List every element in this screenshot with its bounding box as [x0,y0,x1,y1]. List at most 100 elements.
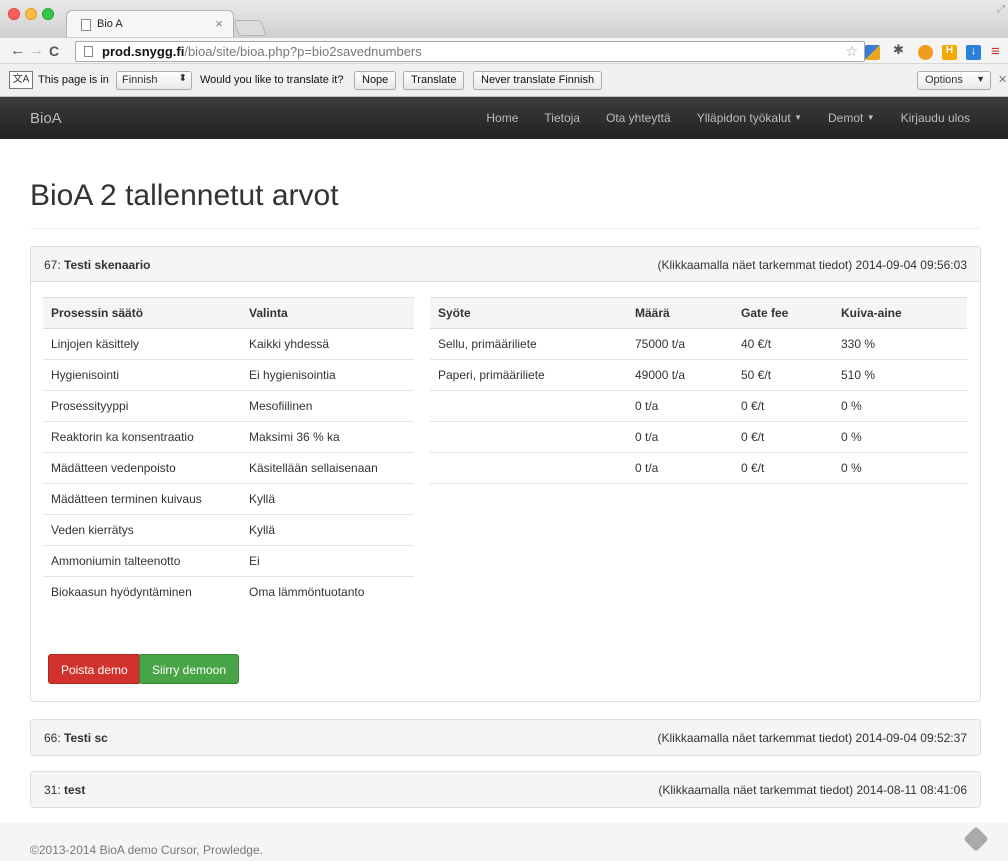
panel-heading[interactable]: 66: Testi sc (Klikkaamalla näet tarkemma… [31,720,980,755]
chevron-down-icon: ▼ [976,74,985,84]
delete-demo-button[interactable]: Poista demo [48,654,141,684]
panel-name: test [64,783,86,797]
translate-question: Would you like to translate it? [200,74,344,86]
table-header-row: Prosessin säätö Valinta [43,297,414,329]
setting-name-cell: Mädätteen terminen kuivaus [43,483,241,515]
nav-demot[interactable]: Demot ▼ [828,111,875,125]
tab-title: Bio A [97,18,123,30]
reload-icon[interactable]: C [49,43,59,59]
panel-title: 66: Testi sc [44,731,108,745]
setting-value-cell: Oma lämmöntuotanto [249,585,365,600]
footer: ©2013-2014 BioA demo Cursor, Prowledge. [0,823,1008,861]
translate-button[interactable]: Translate [403,71,465,90]
fullscreen-icon[interactable]: ⤢ [997,4,1005,15]
zoom-window-button[interactable] [42,8,54,20]
divider [30,228,981,229]
setting-name-cell: Prosessityyppi [43,390,241,422]
browser-chrome: Bio A × ⤢ ← → C prod.snygg.fi/bioa/site/… [0,0,1008,97]
table-row: Mädätteen vedenpoisto Käsitellään sellais… [43,452,414,484]
caret-down-icon: ▼ [794,113,803,122]
title-bar: Bio A × ⤢ [0,0,1008,38]
extension-icon[interactable]: H [942,45,957,60]
setting-value-cell: Kaikki yhdessä [241,328,414,360]
close-icon[interactable]: ✕ [998,73,1007,86]
setting-name-cell: Hygienisointi [43,359,241,391]
panel-title: 31: test [44,783,85,797]
translate-bar: 文A This page is in Finnish ⬍ Would you li… [0,64,1008,97]
setting-value-cell: Ei [241,545,414,577]
page-icon [84,46,93,57]
page-title: BioA 2 tallennetut arvot [30,179,339,212]
panel-heading[interactable]: 31: test (Klikkaamalla näet tarkemmat ti… [31,772,980,807]
gate-fee-cell: 0 €/t [733,452,833,484]
setting-value-cell: Maksimi 36 % ka [241,421,414,453]
setting-value-cell: Mesofiilinen [241,390,414,422]
select-arrows-icon: ⬍ [178,73,187,84]
bug-extension-icon[interactable]: ✱ [893,42,908,57]
language-value: Finnish [122,74,158,86]
column-header: Syöte [430,297,627,329]
new-tab-button[interactable] [233,20,267,36]
table-row: Paperi, primääriliete 49000 t/a 50 €/t 510 … [430,359,967,391]
browser-tab[interactable]: Bio A × [66,10,234,37]
panel-id: 66: [44,731,65,745]
nav-ota-yhteytta[interactable]: Ota yhteyttä [606,111,671,125]
input-name-cell [430,390,627,422]
brand-link[interactable]: BioA [30,110,62,127]
table-row: Prosessityyppi Mesofiilinen [43,390,414,422]
setting-value-cell: Käsitellään sellaisenaan [241,452,414,484]
table-row: 0 t/a 0 €/t 0 % [430,390,967,422]
dry-matter-cell: 0 % [833,390,967,422]
setting-value-cell: Kyllä [241,483,414,515]
caret-down-icon: ▼ [866,113,875,122]
minimize-window-button[interactable] [25,8,37,20]
address-bar[interactable]: prod.snygg.fi/bioa/site/bioa.php?p=bio2s… [75,41,865,62]
table-row: 0 t/a 0 €/t 0 % [430,421,967,453]
menu-icon[interactable]: ≡ [991,43,1000,60]
forward-icon[interactable]: → [29,42,44,59]
bookmark-star-icon[interactable]: ☆ [845,43,858,60]
footer-text: ©2013-2014 BioA demo Cursor, Prowledge. [30,843,263,857]
input-name-cell: Sellu, primääriliete [430,328,627,360]
tab-close-icon[interactable]: × [215,16,223,31]
nav-yllapidon-tyokalut[interactable]: Ylläpidon työkalut ▼ [697,111,802,125]
panel-info: (Klikkaamalla näet tarkemmat tiedot) 201… [657,731,967,745]
nope-button[interactable]: Nope [354,71,397,90]
nav-tietoja[interactable]: Tietoja [544,111,580,125]
column-header: Kuiva-aine [833,297,967,329]
never-translate-button[interactable]: Never translate Finnish [473,71,603,90]
goto-demo-button[interactable]: Siirry demoon [139,654,240,684]
nav-kirjaudu-ulos[interactable]: Kirjaudu ulos [901,111,970,125]
table-row: Biokaasun hyödyntäminen Oma lämmöntuotant… [43,577,414,608]
amount-cell: 0 t/a [627,421,733,453]
setting-name-cell: Mädätteen vedenpoisto [43,452,241,484]
table-row: Ammoniumin talteenotto Ei [43,545,414,577]
url-path: /bioa/site/bioa.php?p=bio2savednumbers [184,44,422,59]
table-row: Mädätteen terminen kuivaus Kyllä [43,483,414,515]
setting-name-cell: Linjojen käsittely [43,328,241,360]
close-window-button[interactable] [8,8,20,20]
input-name-cell: Paperi, primääriliete [430,359,627,391]
dry-matter-cell: 0 % [833,452,967,484]
nav-label: Ylläpidon työkalut [696,111,791,125]
panel-name: Testi sc [64,731,108,745]
download-extension-icon[interactable]: ↓ [966,45,981,60]
table-row: Hygienisointi Ei hygienisointia [43,359,414,391]
resize-grip-icon [963,826,989,852]
gate-fee-cell: 50 €/t [733,359,833,391]
table-row: Linjojen käsittely Kaikki yhdessä [43,328,414,360]
input-table: Syöte Määrä Gate fee Kuiva-aine Sellu, p… [430,297,967,484]
dry-matter-cell: 330 % [833,328,967,360]
panel-heading[interactable]: 67: Testi skenaario (Klikkaamalla näet t… [31,247,980,282]
back-icon[interactable]: ← [10,42,25,59]
table-header-row: Syöte Määrä Gate fee Kuiva-aine [430,297,967,329]
extension-icon[interactable] [918,45,933,60]
panel-id: 67: [44,258,65,272]
options-select[interactable]: Options ▼ [917,71,991,90]
extension-icon[interactable] [865,45,880,60]
language-select[interactable]: Finnish ⬍ [116,71,192,90]
panel-name: Testi skenaario [64,258,151,272]
url-text[interactable]: prod.snygg.fi/bioa/site/bioa.php?p=bio2s… [102,44,422,59]
table-row: Sellu, primääriliete 75000 t/a 40 €/t 330 % [430,328,967,360]
nav-home[interactable]: Home [486,111,518,125]
